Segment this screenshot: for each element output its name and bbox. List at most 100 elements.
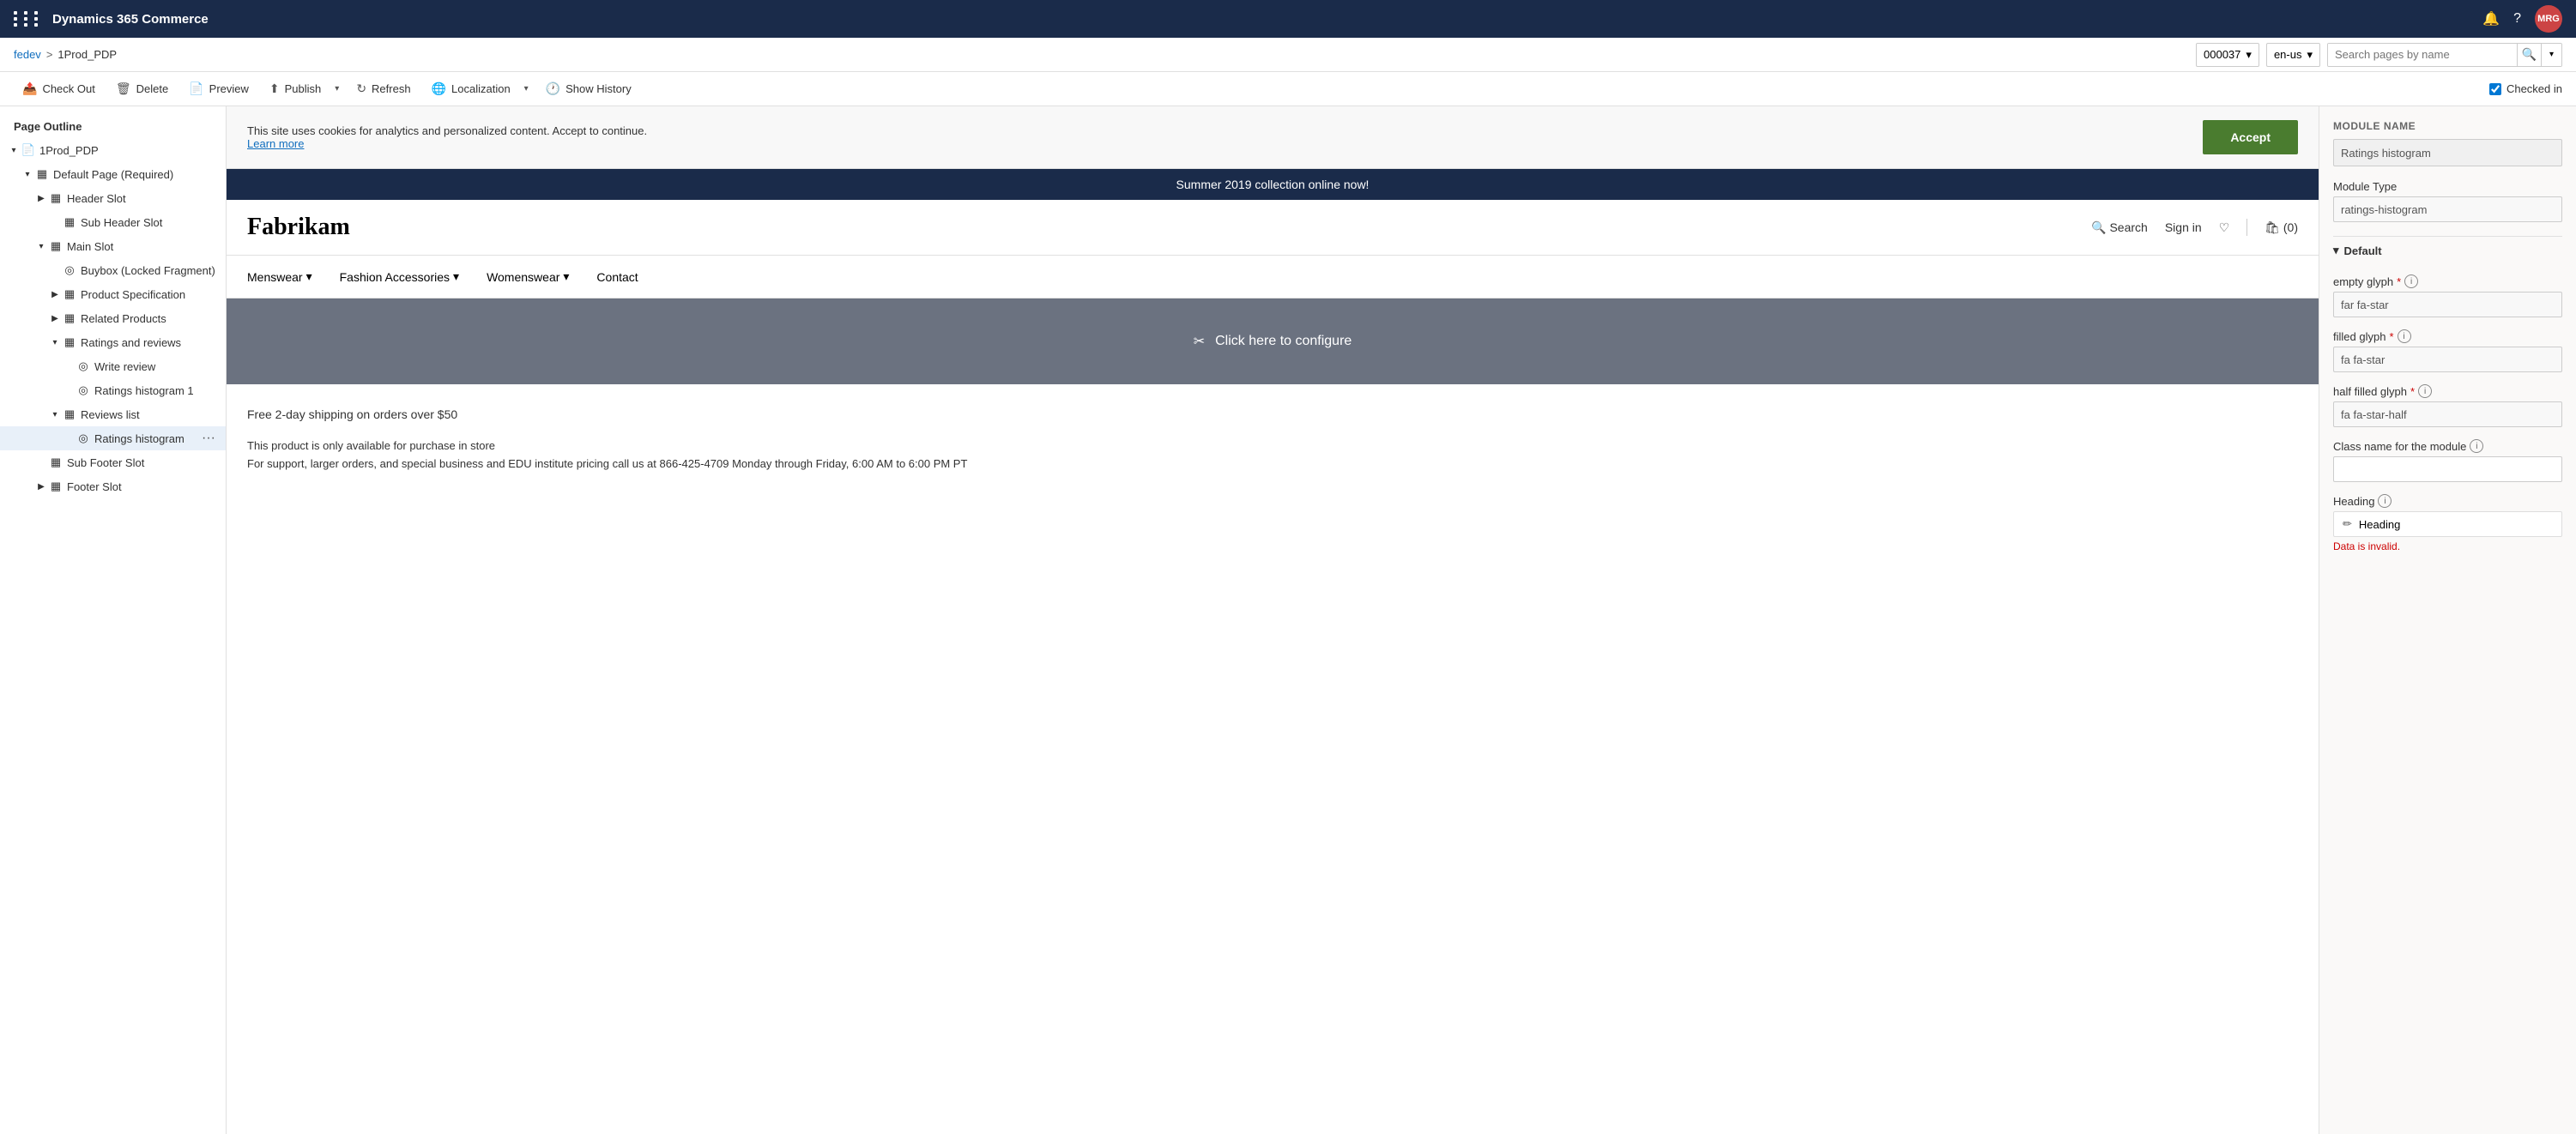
breadcrumb: fedev > 1Prod_PDP [14,48,2189,61]
store-id-dropdown[interactable]: 000037 ▾ [2196,43,2259,67]
container-icon: ▦ [62,311,77,326]
filled-glyph-value: fa fa-star [2333,347,2562,372]
module-type-label: Module Type [2333,180,2562,193]
localization-button[interactable]: 🌐 Localization [423,76,519,102]
publish-group: ⬆ Publish ▾ [261,76,344,102]
tree-item-sub-footer-slot[interactable]: ▦ Sub Footer Slot [0,450,226,474]
delete-button[interactable]: 🗑 Delete [107,76,177,102]
chevron-down-icon: ▾ [563,269,569,284]
preview-icon: 📄 [189,81,203,96]
breadcrumb-current: 1Prod_PDP [57,48,117,61]
breadcrumb-separator: > [46,48,53,61]
preview-button[interactable]: 📄 Preview [180,76,257,102]
container-icon: ▦ [48,190,63,206]
page-search-box: 🔍 ▾ [2327,43,2562,67]
expander-icon: ▾ [48,335,62,349]
cookie-banner: This site uses cookies for analytics and… [227,106,2319,169]
app-grid-icon[interactable] [14,11,42,27]
user-avatar[interactable]: MRG [2535,5,2562,33]
container-icon: ▦ [62,287,77,302]
required-star: * [2397,275,2401,288]
toolbar: 📤 Check Out 🗑 Delete 📄 Preview ⬆ Publish… [0,72,2576,106]
tree-item-default-page[interactable]: ▾ ▦ Default Page (Required) [0,162,226,186]
container-icon: ▦ [34,166,50,182]
language-dropdown[interactable]: en-us ▾ [2266,43,2320,67]
empty-glyph-value: far fa-star [2333,292,2562,317]
publish-button[interactable]: ⬆ Publish [261,76,330,102]
filled-glyph-field: filled glyph * i fa fa-star [2333,329,2562,372]
expander-icon: ▶ [34,191,48,205]
refresh-icon: ↻ [356,81,366,96]
module-icon: ◎ [76,431,91,446]
product-info-text: This product is only available for purch… [247,437,2298,474]
expander-icon [62,359,76,373]
chevron-down-icon: ▾ [2246,48,2252,62]
tree-item-header-slot[interactable]: ▶ ▦ Header Slot [0,186,226,210]
tree-item-footer-slot[interactable]: ▶ ▦ Footer Slot [0,474,226,498]
cart-nav-item[interactable]: 🛍 (0) [2265,220,2298,235]
tree-item-write-review[interactable]: ◎ Write review [0,354,226,378]
filled-glyph-info-icon[interactable]: i [2398,329,2411,343]
expander-icon: ▶ [48,311,62,325]
tree-item-1prod-pdp[interactable]: ▾ 📄 1Prod_PDP [0,138,226,162]
configure-area[interactable]: ✂ Click here to configure [227,299,2319,384]
delete-icon: 🗑 [116,81,131,96]
wishlist-icon[interactable]: ♡ [2219,220,2230,235]
search-dropdown-btn[interactable]: ▾ [2541,43,2561,67]
tree-item-ratings-histogram[interactable]: ◎ Ratings histogram ··· [0,426,226,450]
module-type-value: ratings-histogram [2333,196,2562,222]
top-nav-icons: 🔔 ? MRG [2482,5,2562,33]
more-options-button[interactable]: ··· [198,431,219,446]
menu-item-contact[interactable]: Contact [596,265,638,289]
half-filled-glyph-info-icon[interactable]: i [2418,384,2432,398]
menu-item-womenswear[interactable]: Womenswear ▾ [487,264,569,289]
search-nav-item[interactable]: 🔍 Search [2091,220,2148,235]
half-filled-glyph-field: half filled glyph * i fa fa-star-half [2333,384,2562,427]
tree-item-main-slot[interactable]: ▾ ▦ Main Slot [0,234,226,258]
notification-icon[interactable]: 🔔 [2482,10,2500,27]
nav-divider [2246,219,2247,236]
tree-item-related-products[interactable]: ▶ ▦ Related Products [0,306,226,330]
tree-item-ratings-histogram-1[interactable]: ◎ Ratings histogram 1 [0,378,226,402]
heading-edit-row[interactable]: ✏ Heading [2333,511,2562,537]
help-icon[interactable]: ? [2513,11,2521,27]
main-layout: Page Outline ▾ 📄 1Prod_PDP ▾ ▦ Default P… [0,106,2576,1134]
checkout-button[interactable]: 📤 Check Out [14,76,104,102]
page-search-input[interactable] [2328,44,2517,66]
tree-item-sub-header-slot[interactable]: ▦ Sub Header Slot [0,210,226,234]
class-name-value [2333,456,2562,482]
localization-dropdown-btn[interactable]: ▾ [519,76,534,102]
second-bar-right: 000037 ▾ en-us ▾ 🔍 ▾ [2196,43,2562,67]
empty-glyph-info-icon[interactable]: i [2404,274,2418,288]
tree-item-buybox[interactable]: ◎ Buybox (Locked Fragment) [0,258,226,282]
store-menu: Menswear ▾ Fashion Accessories ▾ Womensw… [227,256,2319,299]
heading-info-icon[interactable]: i [2378,494,2392,508]
class-name-info-icon[interactable]: i [2470,439,2483,453]
publish-dropdown-btn[interactable]: ▾ [330,76,344,102]
expander-icon [34,455,48,469]
module-icon: ◎ [76,359,91,374]
class-name-field: Class name for the module i [2333,439,2562,482]
checkout-icon: 📤 [22,81,37,96]
refresh-button[interactable]: ↻ Refresh [348,76,419,102]
tree-item-reviews-list[interactable]: ▾ ▦ Reviews list [0,402,226,426]
menu-item-menswear[interactable]: Menswear ▾ [247,264,312,289]
search-icon-btn[interactable]: 🔍 [2517,43,2541,67]
default-section-header[interactable]: ▾ Default [2333,236,2562,264]
checked-in-checkbox[interactable] [2489,83,2501,95]
breadcrumb-link[interactable]: fedev [14,48,41,61]
sign-in-nav-item[interactable]: Sign in [2165,220,2202,234]
menu-item-fashion-accessories[interactable]: Fashion Accessories ▾ [340,264,459,289]
publish-icon: ⬆ [269,81,280,96]
learn-more-link[interactable]: Learn more [247,137,304,150]
tree-item-ratings-reviews[interactable]: ▾ ▦ Ratings and reviews [0,330,226,354]
show-history-button[interactable]: 🕐 Show History [537,76,640,102]
heading-field: Heading i ✏ Heading Data is invalid. [2333,494,2562,552]
required-star: * [2410,385,2415,398]
module-icon: ◎ [76,383,91,398]
container-icon: ▦ [62,214,77,230]
container-icon: ▦ [62,335,77,350]
tree-item-product-spec[interactable]: ▶ ▦ Product Specification [0,282,226,306]
accept-button[interactable]: Accept [2203,120,2298,154]
toolbar-right: Checked in [2489,82,2562,95]
